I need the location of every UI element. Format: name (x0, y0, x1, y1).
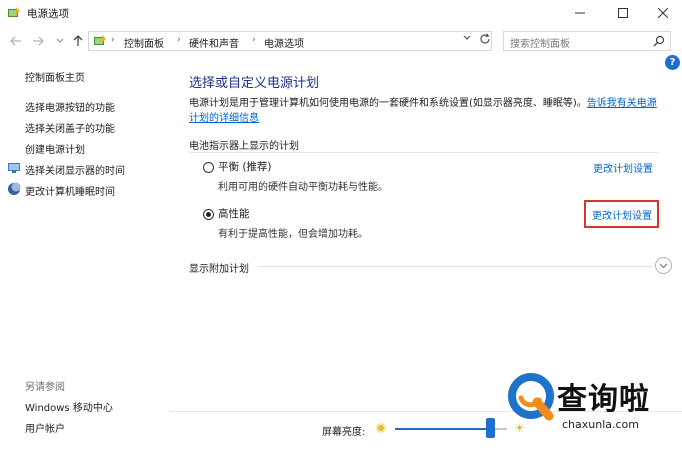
breadcrumb-power-options[interactable]: 电源选项 (264, 35, 304, 50)
up-button[interactable] (70, 33, 86, 49)
maximize-button[interactable] (603, 0, 643, 26)
search-input[interactable]: 搜索控制面板 (510, 35, 570, 50)
control-panel-icon (94, 35, 106, 45)
arrow-up-icon (73, 35, 83, 46)
breadcrumb-separator-icon: › (177, 35, 181, 45)
address-dropdown-button[interactable] (463, 34, 471, 44)
sidebar-control-panel-home[interactable]: 控制面板主页 (25, 69, 85, 84)
recent-locations-button[interactable] (52, 33, 68, 49)
close-icon (658, 8, 668, 18)
arrow-left-icon (10, 36, 21, 46)
breadcrumb-hardware-sound[interactable]: 硬件和声音 (189, 35, 239, 50)
forward-button[interactable] (30, 33, 46, 49)
sidebar-item-sleep-time[interactable]: 更改计算机睡眠时间 (25, 183, 115, 198)
additional-plans-divider (258, 266, 652, 267)
sidebar-item-power-button[interactable]: 选择电源按钮的功能 (25, 99, 115, 114)
section-divider (189, 152, 659, 153)
chevron-down-icon (463, 35, 471, 40)
learn-more-link[interactable]: 告诉我有关电源 (587, 98, 657, 109)
moon-sleep-icon (8, 182, 21, 195)
sidebar-item-user-accounts[interactable]: 用户帐户 (25, 420, 65, 435)
show-additional-plans-label[interactable]: 显示附加计划 (189, 260, 249, 275)
sidebar-item-mobility-center[interactable]: Windows 移动中心 (25, 399, 113, 414)
watermark-url: chaxunla.com (562, 418, 639, 431)
address-bar[interactable]: › 控制面板 › 硬件和声音 › 电源选项 (88, 31, 492, 51)
see-also-heading: 另请参阅 (25, 382, 65, 393)
brightness-slider-fill (395, 428, 491, 430)
sidebar-item-lid-close[interactable]: 选择关闭盖子的功能 (25, 120, 115, 135)
sidebar-item-create-plan[interactable]: 创建电源计划 (25, 141, 85, 156)
highlight-annotation-box (584, 200, 659, 228)
brightness-label: 屏幕亮度: (322, 427, 366, 438)
expand-additional-plans-button[interactable] (655, 257, 672, 274)
description-text: 电源计划是用于管理计算机如何使用电源的一套硬件和系统设置(如显示器亮度、睡眠等)… (189, 98, 587, 109)
watermark-logo-icon (508, 373, 554, 421)
plan-name-balanced[interactable]: 平衡 (推荐) (218, 159, 272, 174)
monitor-icon (8, 163, 20, 173)
title-bar: 电源选项 (0, 0, 682, 28)
breadcrumb-separator-icon: › (252, 35, 256, 45)
back-button[interactable] (8, 33, 24, 49)
watermark-brand: 查询啦 (557, 382, 650, 417)
change-plan-settings-balanced[interactable]: 更改计划设置 (593, 160, 653, 175)
plan-description-high-performance: 有利于提高性能，但会增加功耗。 (218, 229, 368, 240)
search-icon[interactable] (653, 35, 665, 47)
plan-name-high-performance[interactable]: 高性能 (218, 206, 250, 221)
plan-radio-high-performance[interactable] (203, 209, 214, 220)
minimize-icon (575, 12, 585, 14)
page-description: 电源计划是用于管理计算机如何使用电源的一套硬件和系统设置(如显示器亮度、睡眠等)… (189, 96, 669, 126)
sidebar-item-display-off[interactable]: 选择关闭显示器的时间 (25, 162, 125, 177)
page-title: 选择或自定义电源计划 (189, 76, 320, 91)
navigation-bar: › 控制面板 › 硬件和声音 › 电源选项 搜索控制面板 (0, 28, 682, 54)
brightness-slider-thumb[interactable] (485, 418, 495, 438)
watermark: 查询啦 chaxunla.com (505, 368, 675, 446)
close-button[interactable] (643, 0, 682, 26)
search-box[interactable]: 搜索控制面板 (503, 31, 671, 51)
power-options-icon (8, 7, 20, 17)
brightness-low-icon (376, 423, 386, 433)
breadcrumb-control-panel[interactable]: 控制面板 (124, 35, 164, 50)
minimize-button[interactable] (560, 0, 600, 26)
arrow-right-icon (33, 36, 44, 46)
chevron-down-icon (659, 263, 668, 268)
help-button[interactable]: ? (665, 55, 680, 70)
maximize-icon (618, 8, 628, 18)
window-title: 电源选项 (27, 8, 69, 20)
battery-plans-heading: 电池指示器上显示的计划 (189, 141, 299, 152)
plan-description-balanced: 利用可用的硬件自动平衡功耗与性能。 (218, 182, 388, 193)
breadcrumb-separator-icon: › (111, 35, 115, 45)
learn-more-link-continued[interactable]: 计划的详细信息 (189, 113, 259, 124)
plan-radio-balanced[interactable] (203, 162, 214, 173)
chevron-down-icon (56, 38, 64, 43)
refresh-icon (480, 33, 490, 44)
refresh-button[interactable] (479, 33, 491, 48)
